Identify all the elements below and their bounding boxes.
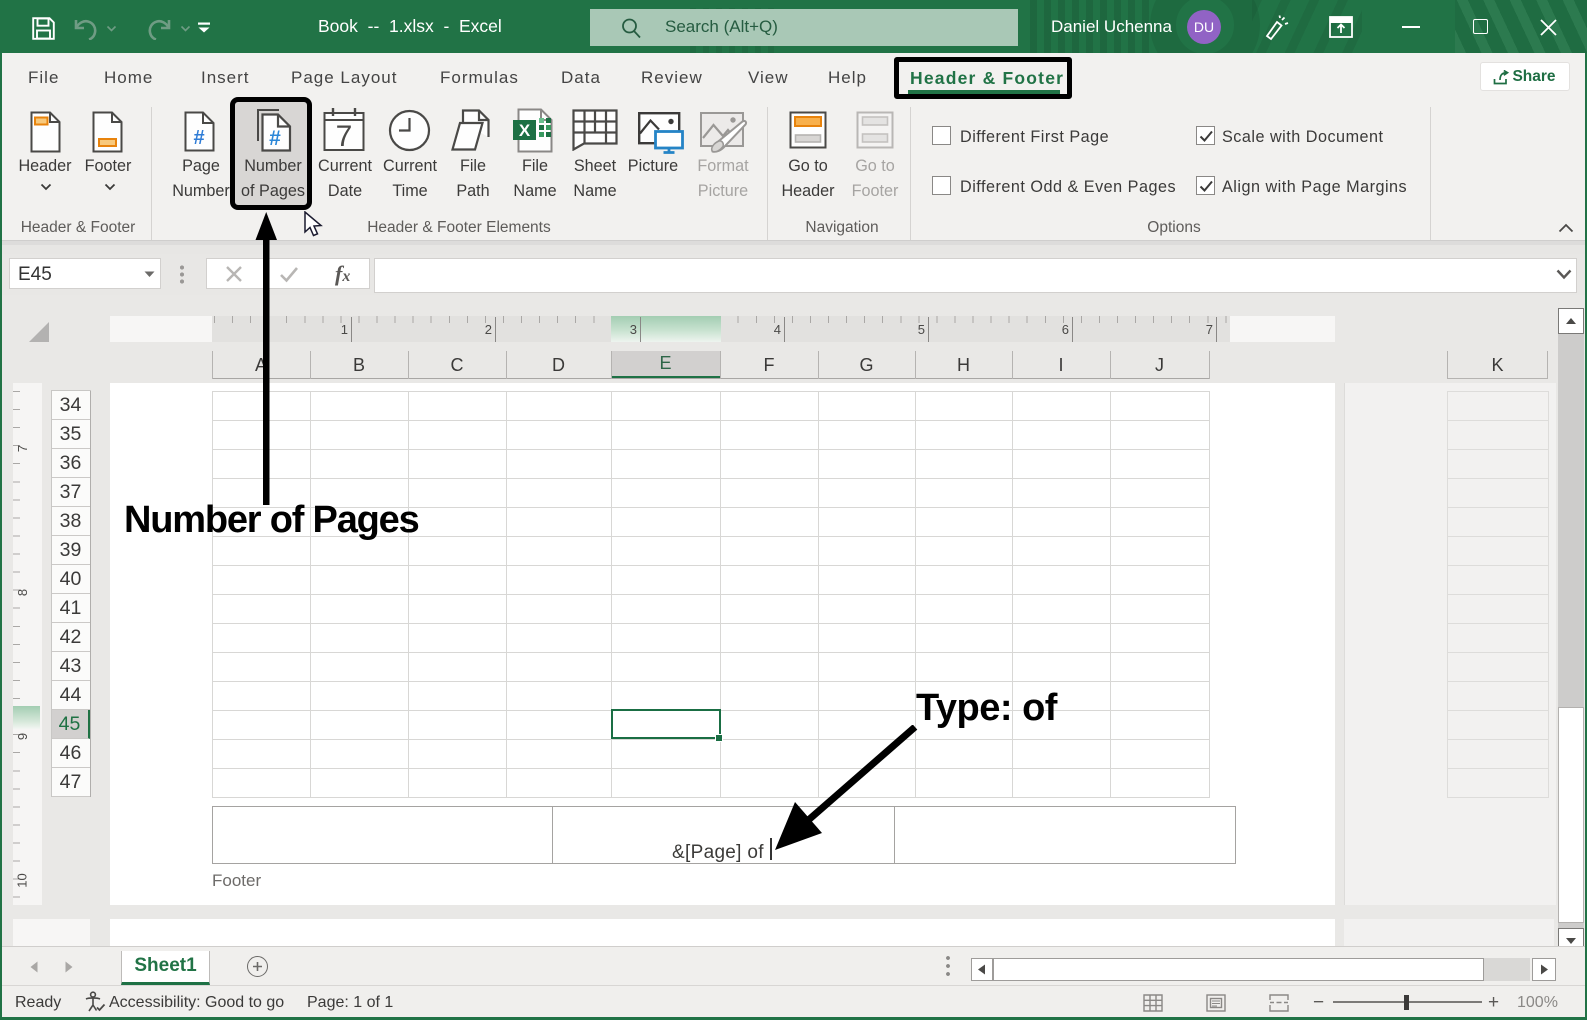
svg-text:#: #	[269, 127, 281, 150]
svg-text:#: #	[193, 127, 204, 149]
svg-text:7: 7	[336, 120, 353, 152]
svg-text:X: X	[519, 121, 531, 140]
